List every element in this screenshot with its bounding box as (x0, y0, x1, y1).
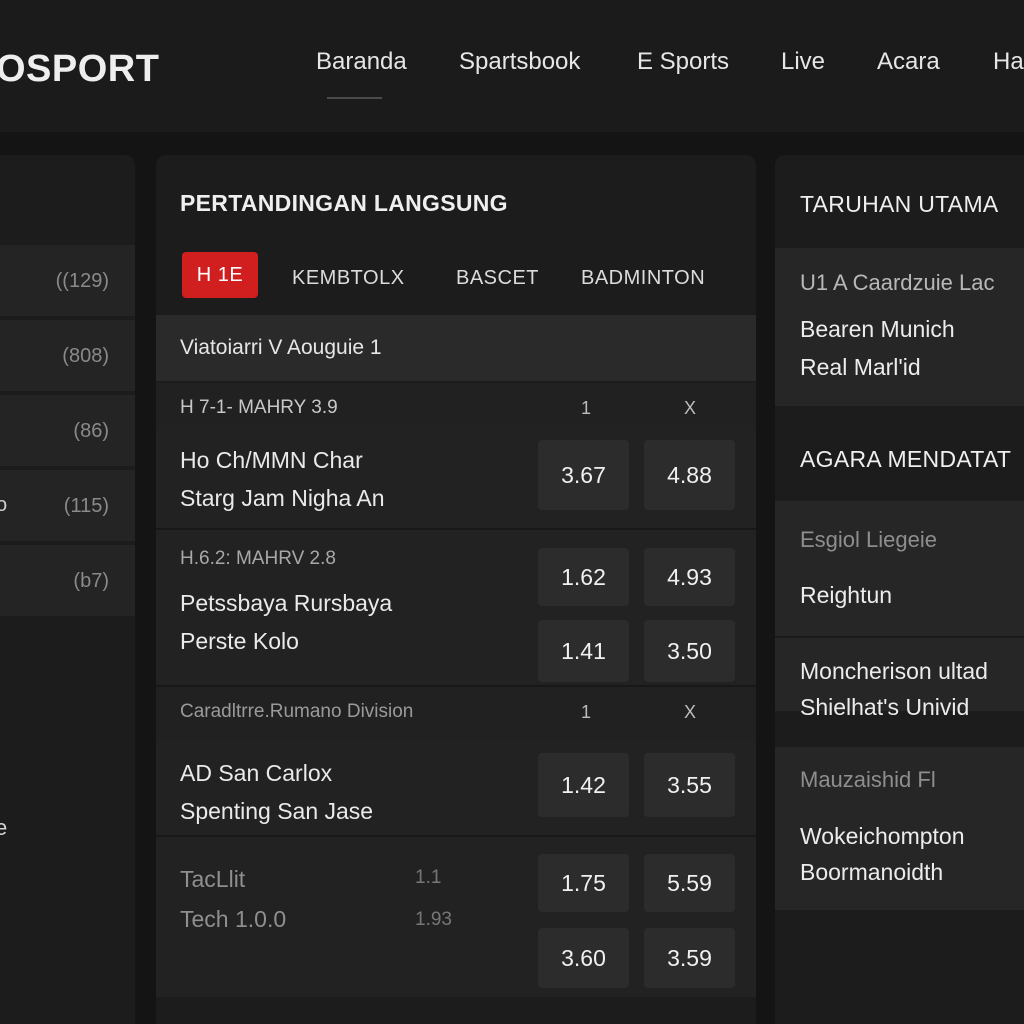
sidebar-item-label[interactable]: e (0, 815, 7, 841)
upcoming-match[interactable]: Mauzaishid Fl Wokeichompton Boormanoidth (775, 747, 1024, 910)
column-x-label: X (684, 702, 697, 722)
match-row[interactable]: Ho Ch/MMN Char Starg Jam Nigha An 3.67 4… (156, 431, 756, 528)
team-name: Reightun (800, 582, 893, 608)
match-row[interactable]: AD San Carlox Spenting San Jase 1.42 3.5… (156, 739, 756, 835)
nav-item-ha[interactable]: Ha (993, 48, 1024, 76)
match-row[interactable]: TacLlit Tech 1.0.0 1.1 1.93 1.75 5.59 3.… (156, 837, 756, 997)
top-bets-panel: TARUHAN UTAMA U1 A Caardzuie Lac Bearen … (775, 155, 1024, 1024)
league-name: Viatoiarri V Aouguie 1 (180, 336, 382, 359)
column-1-label: 1 (581, 702, 592, 722)
odds-button-1[interactable]: 1.75 (538, 854, 629, 912)
sidebar-item[interactable]: (b7) (0, 545, 135, 618)
nav-item-spartsbook[interactable]: Spartsbook (459, 48, 580, 76)
odds-button-1[interactable]: 1.42 (538, 753, 629, 817)
away-team: Perste Kolo (180, 628, 299, 654)
match-meta: 1.93 (415, 909, 452, 930)
odds-button-x[interactable]: 4.88 (644, 440, 735, 510)
away-team: Starg Jam Nigha An (180, 485, 385, 511)
brand-logo[interactable]: OSPORT (0, 48, 159, 91)
odds-button-x[interactable]: 3.55 (644, 753, 735, 817)
sidebar-item-count: ((129) (55, 270, 109, 292)
league-name: Caradltrre.Rumano Division (180, 701, 414, 722)
home-team: Bearen Munich (800, 316, 955, 342)
upcoming-match[interactable]: Esgiol Liegeie Reightun Moncherison ulta… (775, 501, 1024, 720)
panel-title: PERTANDINGAN LANGSUNG (180, 190, 508, 216)
tab-sport[interactable]: KEMBTOLX (292, 267, 405, 290)
featured-match[interactable]: U1 A Caardzuie Lac Bearen Munich Real Ma… (775, 248, 1024, 406)
odds-button-1[interactable]: 1.62 (538, 548, 629, 606)
odds-button-1[interactable]: 3.67 (538, 440, 629, 510)
panel-title: AGARA MENDATAT (800, 446, 1012, 472)
home-team: Moncherison ultad (800, 658, 988, 684)
market-header: H 7-1- MAHRY 3.9 1 X (156, 383, 756, 433)
nav-item-esports[interactable]: E Sports (637, 48, 729, 76)
odds-button-x[interactable]: 3.50 (644, 620, 735, 682)
home-team: AD San Carlox (180, 760, 333, 786)
league-name: Mauzaishid Fl (800, 767, 936, 792)
tab-badminton[interactable]: BADMINTON (581, 267, 705, 290)
odds-button-1[interactable]: 3.60 (538, 928, 629, 988)
nav-item-acara[interactable]: Acara (877, 48, 940, 76)
nav-item-baranda[interactable]: Baranda (316, 48, 407, 76)
sports-sidebar: ((129) (808) (86) o (115) (b7) e (0, 155, 135, 1024)
top-header: OSPORT Baranda Spartsbook E Sports Live … (0, 0, 1024, 132)
away-team: Shielhat's Univid (800, 694, 970, 720)
sidebar-item-count: (86) (73, 420, 109, 442)
away-team: Spenting San Jase (180, 798, 374, 824)
away-team: Boormanoidth (800, 859, 944, 885)
divider (775, 636, 1024, 638)
league-name: Esgiol Liegeie (800, 527, 937, 552)
league-name: U1 A Caardzuie Lac (800, 270, 995, 295)
sidebar-item-count: (808) (62, 345, 109, 367)
odds-button-x[interactable]: 3.59 (644, 928, 735, 988)
sidebar-item-count: (b7) (73, 570, 109, 592)
market-label: H 7-1- MAHRY 3.9 (180, 397, 338, 418)
market-header: Caradltrre.Rumano Division 1 X (156, 687, 756, 739)
tab-active-sport[interactable]: H 1E (182, 252, 258, 298)
match-meta: H.6.2: MAHRV 2.8 (180, 548, 336, 569)
odds-button-x[interactable]: 4.93 (644, 548, 735, 606)
league-header[interactable]: Viatoiarri V Aouguie 1 (156, 315, 756, 381)
sidebar-item[interactable]: (86) (0, 395, 135, 468)
sidebar-item-count: (115) (63, 495, 109, 517)
home-team: Petssbaya Rursbaya (180, 590, 393, 616)
column-1-label: 1 (581, 398, 592, 418)
tab-sport[interactable]: BASCET (456, 267, 539, 290)
odds-button-1[interactable]: 1.41 (538, 620, 629, 682)
match-meta: 1.1 (415, 867, 442, 888)
sidebar-item[interactable]: o (115) (0, 470, 135, 543)
panel-title: TARUHAN UTAMA (800, 191, 999, 217)
home-team: TacLlit (180, 866, 246, 892)
odds-button-x[interactable]: 5.59 (644, 854, 735, 912)
sidebar-item[interactable]: (808) (0, 320, 135, 393)
home-team: Wokeichompton (800, 823, 965, 849)
home-team: Ho Ch/MMN Char (180, 447, 363, 473)
live-matches-panel: PERTANDINGAN LANGSUNG H 1E KEMBTOLX BASC… (156, 155, 756, 1024)
away-team: Real Marl'id (800, 354, 921, 380)
away-team: Tech 1.0.0 (180, 906, 287, 932)
match-row[interactable]: H.6.2: MAHRV 2.8 Petssbaya Rursbaya Pers… (156, 530, 756, 685)
nav-item-live[interactable]: Live (781, 48, 825, 76)
sidebar-item-label: o (0, 494, 8, 516)
nav-active-indicator (327, 97, 382, 99)
column-x-label: X (684, 398, 697, 418)
sidebar-item[interactable]: ((129) (0, 245, 135, 318)
